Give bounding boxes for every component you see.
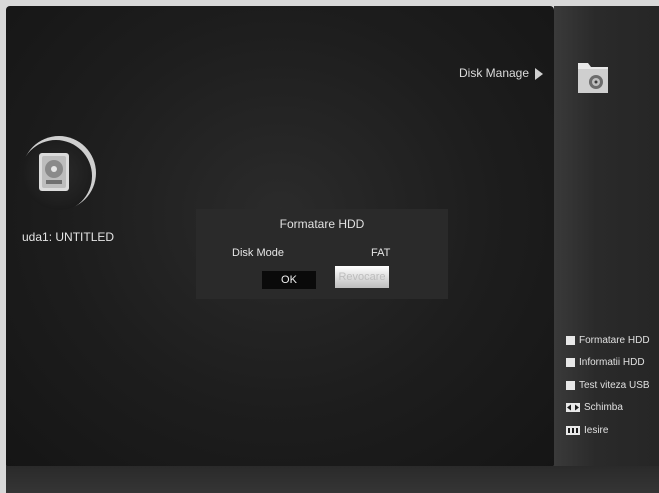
legend-label: Schimba (584, 401, 623, 413)
folder-icon (578, 63, 608, 93)
legend-label: Iesire (584, 424, 609, 436)
legend-item: Iesire (566, 423, 608, 437)
disk-mode-label: Disk Mode (232, 247, 284, 259)
disk-label: uda1: UNTITLED (22, 230, 115, 244)
legend-label: Formatare HDD (579, 334, 650, 346)
legend-item: Formatare HDD (566, 333, 650, 347)
legend-label: Informatii HDD (579, 356, 645, 368)
arrow-right-icon (535, 68, 543, 80)
bottom-strip (6, 466, 659, 493)
format-dialog: Formatare HDD Disk Mode FAT OK Revocare (196, 209, 448, 299)
menu-title[interactable]: Disk Manage (459, 66, 529, 80)
legend-item: Informatii HDD (566, 355, 645, 369)
legend-label: Test viteza USB (579, 379, 650, 391)
white-square-icon (566, 335, 575, 345)
disk-mode-value[interactable]: FAT (371, 247, 390, 259)
legend-item: Schimba (566, 400, 623, 414)
dialog-title: Formatare HDD (279, 217, 365, 231)
hard-disk-icon (39, 153, 69, 191)
exit-key-icon (566, 425, 580, 435)
left-right-arrows-icon (566, 402, 580, 412)
white-square-icon (566, 380, 575, 390)
ok-button[interactable]: OK (262, 271, 316, 289)
legend-item: Test viteza USB (566, 378, 650, 392)
cancel-button[interactable]: Revocare (335, 266, 389, 288)
white-square-icon (566, 357, 575, 367)
